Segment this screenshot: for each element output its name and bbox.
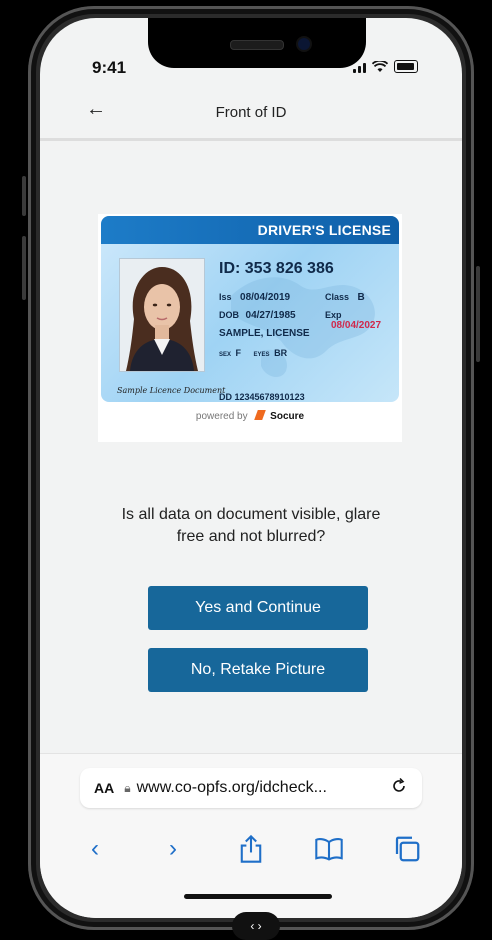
sex-eyes-row: SEX F EYES BR bbox=[219, 348, 287, 358]
id-number: ID: 353 826 386 bbox=[219, 260, 334, 277]
address-bar[interactable]: AA 🔒︎ www.co-opfs.org/idcheck... bbox=[80, 768, 422, 808]
exp-row: Exp 08/04/2027 bbox=[325, 310, 399, 331]
sex-value: F bbox=[235, 348, 242, 358]
side-button-right bbox=[476, 266, 480, 362]
question-text: Is all data on document visible, glare f… bbox=[121, 506, 381, 545]
browser-chrome: AA 🔒︎ www.co-opfs.org/idcheck... ‹ › bbox=[40, 753, 462, 918]
nav-bar: ← Front of ID bbox=[40, 90, 462, 141]
forward-icon[interactable]: › bbox=[158, 834, 188, 864]
id-card-image: DRIVER'S LICENSE Sample Licence Document… bbox=[98, 214, 402, 442]
lock-icon: 🔒︎ bbox=[124, 780, 131, 795]
phone-frame: 9:41 ← Front of ID DRIVER'S LICENSE Samp… bbox=[22, 6, 480, 930]
name-row: SAMPLE, LICENSE bbox=[219, 328, 310, 339]
wifi-icon bbox=[372, 61, 388, 72]
side-button-left-2 bbox=[22, 236, 26, 300]
iss-label: Iss bbox=[219, 292, 232, 302]
status-icons bbox=[353, 60, 418, 73]
status-bar: 9:41 bbox=[40, 18, 462, 90]
sex-label: SEX bbox=[219, 352, 232, 358]
text-size-button[interactable]: AA bbox=[94, 780, 114, 796]
powered-by: powered by Socure bbox=[98, 410, 402, 422]
notch bbox=[148, 18, 366, 68]
powered-by-text: powered by bbox=[195, 411, 248, 422]
class-label: Class bbox=[325, 292, 350, 302]
document-discriminator: DD 12345678910123 bbox=[219, 392, 305, 402]
side-button-left bbox=[22, 176, 26, 216]
class-row: Class B bbox=[325, 292, 365, 303]
signal-icon bbox=[353, 63, 366, 73]
camera bbox=[298, 38, 310, 50]
clock: 9:41 bbox=[92, 58, 127, 77]
iss-value: 08/04/2019 bbox=[240, 292, 291, 303]
screen: 9:41 ← Front of ID DRIVER'S LICENSE Samp… bbox=[40, 18, 462, 918]
page-nav-handle[interactable]: ‹ › bbox=[232, 912, 280, 940]
reload-icon[interactable] bbox=[390, 777, 408, 795]
exp-label: Exp bbox=[325, 310, 342, 320]
dob-value: 04/27/1985 bbox=[245, 310, 296, 321]
home-indicator[interactable] bbox=[184, 894, 332, 899]
portrait-photo bbox=[119, 258, 205, 372]
eyes-label: EYES bbox=[253, 352, 270, 358]
card-title: DRIVER'S LICENSE bbox=[257, 222, 391, 238]
browser-toolbar: ‹ › bbox=[80, 832, 422, 866]
speaker bbox=[230, 40, 284, 50]
share-icon[interactable] bbox=[236, 834, 266, 864]
back-icon[interactable]: ‹ bbox=[80, 834, 110, 864]
battery-icon bbox=[394, 60, 418, 73]
exp-value: 08/04/2027 bbox=[331, 320, 382, 331]
signature-text: Sample Licence Document bbox=[117, 386, 226, 395]
class-value: B bbox=[357, 292, 365, 303]
dob-label: DOB bbox=[219, 310, 239, 320]
bookmarks-icon[interactable] bbox=[314, 834, 344, 864]
socure-brand: Socure bbox=[270, 411, 305, 422]
holder-name: SAMPLE, LICENSE bbox=[219, 328, 310, 339]
dob-row: DOB 04/27/1985 bbox=[219, 310, 296, 321]
drivers-license-card: DRIVER'S LICENSE Sample Licence Document… bbox=[101, 216, 399, 402]
url-text: www.co-opfs.org/idcheck... bbox=[136, 779, 327, 796]
retake-picture-button[interactable]: No, Retake Picture bbox=[148, 648, 368, 692]
card-header: DRIVER'S LICENSE bbox=[101, 216, 399, 244]
iss-row: Iss 08/04/2019 bbox=[219, 292, 290, 303]
yes-and-continue-button[interactable]: Yes and Continue bbox=[148, 586, 368, 630]
socure-logo-icon bbox=[254, 410, 267, 420]
page-title: Front of ID bbox=[215, 104, 287, 121]
tabs-icon[interactable] bbox=[392, 834, 422, 864]
eyes-value: BR bbox=[274, 348, 288, 358]
